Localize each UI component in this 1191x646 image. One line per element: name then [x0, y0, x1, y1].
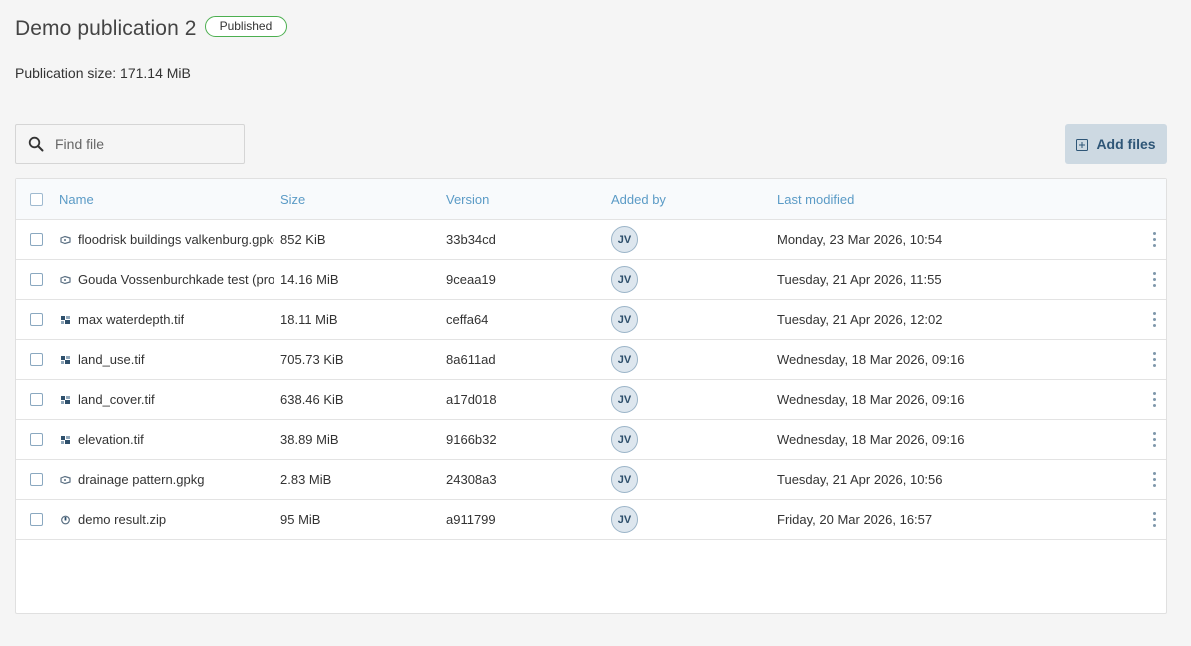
file-name[interactable]: Gouda Vossenburchkade test (processed).g… — [78, 272, 274, 287]
column-header-added-by[interactable]: Added by — [611, 179, 761, 219]
table-row[interactable]: land_use.tif 705.73 KiB 8a611ad JV Wedne… — [16, 340, 1166, 380]
zip-icon — [60, 515, 71, 525]
file-name[interactable]: max waterdepth.tif — [78, 312, 184, 327]
row-checkbox[interactable] — [30, 433, 43, 446]
file-version: 9ceaa19 — [446, 272, 496, 287]
table-body: floodrisk buildings valkenburg.gpkg 852 … — [16, 220, 1166, 540]
more-options-icon[interactable] — [1152, 512, 1156, 527]
vector-icon — [60, 275, 71, 285]
vector-icon — [60, 475, 71, 485]
file-version: 33b34cd — [446, 232, 496, 247]
file-name[interactable]: land_cover.tif — [78, 392, 155, 407]
table-row[interactable]: max waterdepth.tif 18.11 MiB ceffa64 JV … — [16, 300, 1166, 340]
row-checkbox[interactable] — [30, 473, 43, 486]
raster-icon — [60, 315, 71, 325]
table-row[interactable]: drainage pattern.gpkg 2.83 MiB 24308a3 J… — [16, 460, 1166, 500]
file-version: 9166b32 — [446, 432, 497, 447]
avatar: JV — [611, 226, 638, 253]
file-size: 2.83 MiB — [280, 472, 332, 487]
avatar: JV — [611, 506, 638, 533]
vector-icon — [60, 235, 71, 245]
avatar: JV — [611, 386, 638, 413]
row-checkbox[interactable] — [30, 273, 43, 286]
file-version: ceffa64 — [446, 312, 489, 327]
file-size: 638.46 KiB — [280, 392, 344, 407]
avatar: JV — [611, 266, 638, 293]
search-box[interactable] — [15, 124, 245, 164]
last-modified: Wednesday, 18 Mar 2026, 09:16 — [777, 432, 965, 447]
last-modified: Monday, 23 Mar 2026, 10:54 — [777, 232, 943, 247]
file-name[interactable]: elevation.tif — [78, 432, 144, 447]
more-options-icon[interactable] — [1152, 312, 1156, 327]
file-version: a911799 — [446, 512, 496, 527]
file-size: 852 KiB — [280, 232, 326, 247]
more-options-icon[interactable] — [1152, 432, 1156, 447]
last-modified: Wednesday, 18 Mar 2026, 09:16 — [777, 392, 965, 407]
file-version: 8a611ad — [446, 352, 496, 367]
file-table: Name Size Version Added by Last modified… — [15, 178, 1167, 614]
status-badge: Published — [204, 15, 288, 37]
file-size: 18.11 MiB — [280, 312, 338, 327]
page-title: Demo publication 2 — [15, 17, 197, 40]
table-row[interactable]: land_cover.tif 638.46 KiB a17d018 JV Wed… — [16, 380, 1166, 420]
select-all-checkbox[interactable] — [30, 192, 43, 206]
more-options-icon[interactable] — [1152, 472, 1156, 487]
file-name[interactable]: floodrisk buildings valkenburg.gpkg — [78, 232, 274, 247]
column-header-name[interactable]: Name — [59, 179, 274, 219]
raster-icon — [60, 435, 71, 445]
file-version: a17d018 — [446, 392, 497, 407]
file-size: 38.89 MiB — [280, 432, 339, 447]
file-name[interactable]: demo result.zip — [78, 512, 166, 527]
avatar: JV — [611, 426, 638, 453]
table-row[interactable]: Gouda Vossenburchkade test (processed).g… — [16, 260, 1166, 300]
avatar: JV — [611, 346, 638, 373]
file-size: 705.73 KiB — [280, 352, 344, 367]
plus-square-icon — [1076, 138, 1089, 151]
last-modified: Tuesday, 21 Apr 2026, 11:55 — [777, 272, 942, 287]
column-header-size[interactable]: Size — [280, 179, 430, 219]
column-header-last-modified[interactable]: Last modified — [777, 179, 1077, 219]
last-modified: Tuesday, 21 Apr 2026, 12:02 — [777, 312, 943, 327]
search-input[interactable] — [55, 136, 225, 152]
more-options-icon[interactable] — [1152, 352, 1156, 367]
file-version: 24308a3 — [446, 472, 497, 487]
add-files-label: Add files — [1096, 136, 1156, 152]
row-checkbox[interactable] — [30, 233, 43, 246]
raster-icon — [60, 355, 71, 365]
avatar: JV — [611, 306, 638, 333]
page-header: Demo publication 2 Published — [15, 15, 288, 41]
avatar: JV — [611, 466, 638, 493]
row-checkbox[interactable] — [30, 513, 43, 526]
table-header: Name Size Version Added by Last modified — [16, 179, 1166, 220]
row-checkbox[interactable] — [30, 313, 43, 326]
last-modified: Friday, 20 Mar 2026, 16:57 — [777, 512, 933, 527]
last-modified: Tuesday, 21 Apr 2026, 10:56 — [777, 472, 943, 487]
file-size: 14.16 MiB — [280, 272, 339, 287]
column-header-version[interactable]: Version — [446, 179, 596, 219]
more-options-icon[interactable] — [1152, 272, 1156, 287]
row-checkbox[interactable] — [30, 393, 43, 406]
more-options-icon[interactable] — [1152, 232, 1156, 247]
table-row[interactable]: floodrisk buildings valkenburg.gpkg 852 … — [16, 220, 1166, 260]
file-size: 95 MiB — [280, 512, 321, 527]
table-row[interactable]: elevation.tif 38.89 MiB 9166b32 JV Wedne… — [16, 420, 1166, 460]
row-checkbox[interactable] — [30, 353, 43, 366]
more-options-icon[interactable] — [1152, 392, 1156, 407]
raster-icon — [60, 395, 71, 405]
file-name[interactable]: land_use.tif — [78, 352, 145, 367]
file-name[interactable]: drainage pattern.gpkg — [78, 472, 204, 487]
last-modified: Wednesday, 18 Mar 2026, 09:16 — [777, 352, 965, 367]
publication-size: Publication size: 171.14 MiB — [15, 65, 191, 81]
search-icon — [28, 136, 44, 152]
add-files-button[interactable]: Add files — [1065, 124, 1167, 164]
table-row[interactable]: demo result.zip 95 MiB a911799 JV Friday… — [16, 500, 1166, 540]
